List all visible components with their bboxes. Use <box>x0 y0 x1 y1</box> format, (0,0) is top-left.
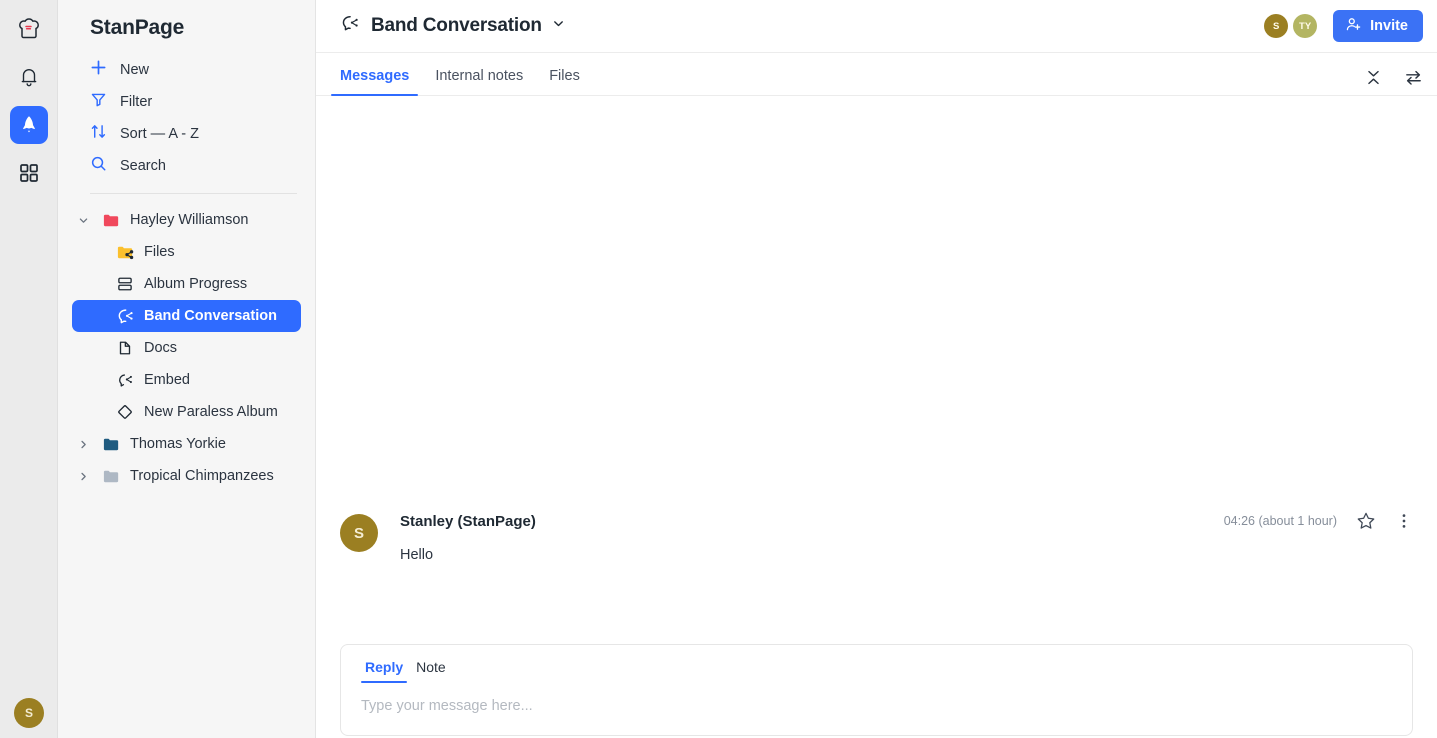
sidebar-divider <box>90 193 297 194</box>
tabbar-actions <box>1365 68 1423 95</box>
composer-tabs: Reply Note <box>361 659 1392 683</box>
sidebar-action-sort-label: Sort — A - Z <box>120 126 199 142</box>
sidebar-action-new-label: New <box>120 62 150 78</box>
folder-icon <box>101 435 121 454</box>
message-input[interactable] <box>361 698 1392 714</box>
page-title: Band Conversation <box>371 15 542 36</box>
avatar-initials: S <box>1272 20 1280 32</box>
sidebar-item-thomas-yorkie[interactable]: Thomas Yorkie <box>72 428 301 460</box>
sidebar-actions: New Filter Sort — A - Z Search <box>72 50 301 182</box>
avatar-initials: TY <box>1299 20 1312 32</box>
chevron-down-icon[interactable] <box>552 17 565 35</box>
main-panel: Band Conversation S TY Invite Messages I… <box>316 0 1437 738</box>
sidebar-item-label: Thomas Yorkie <box>130 436 226 452</box>
sidebar-item-label: Docs <box>144 340 178 356</box>
transfer-icon[interactable] <box>1404 68 1423 87</box>
conversation-topbar: Band Conversation S TY Invite <box>316 0 1437 53</box>
conversation-icon <box>115 307 135 326</box>
reply-composer[interactable]: Reply Note <box>340 644 1413 736</box>
diamond-icon <box>115 403 135 421</box>
board-icon <box>115 275 135 293</box>
doc-icon <box>115 339 135 357</box>
tab-label: Files <box>549 68 580 84</box>
avatar[interactable]: S <box>340 514 378 552</box>
tab-files[interactable]: Files <box>540 68 589 95</box>
rail-user-avatar[interactable]: S <box>14 698 44 728</box>
grid-apps-icon[interactable] <box>10 154 48 192</box>
rocket-icon[interactable] <box>9 106 48 144</box>
filter-icon <box>90 91 107 113</box>
sidebar-action-search-label: Search <box>120 158 166 174</box>
participant-avatars: S TY <box>1264 14 1318 38</box>
sidebar-item-files[interactable]: Files <box>72 236 301 268</box>
sidebar-item-label: New Paraless Album <box>144 404 278 420</box>
invite-button-label: Invite <box>1370 18 1408 34</box>
sidebar-item-label: Band Conversation <box>144 308 277 324</box>
sidebar-action-search[interactable]: Search <box>72 150 301 182</box>
search-icon <box>90 155 107 177</box>
avatar-initials: S <box>353 524 364 542</box>
tab-label: Messages <box>340 68 410 84</box>
chevron-right-icon[interactable] <box>74 471 92 482</box>
sidebar-action-filter-label: Filter <box>120 94 153 110</box>
sidebar-action-new[interactable]: New <box>72 54 301 86</box>
sidebar-item-band-conversation[interactable]: Band Conversation <box>72 300 301 332</box>
sidebar-item-new-paraless-album[interactable]: New Paraless Album <box>72 396 301 428</box>
left-rail: S <box>0 0 58 738</box>
sidebar-action-sort[interactable]: Sort — A - Z <box>72 118 301 150</box>
sidebar-item-label: Tropical Chimpanzees <box>130 468 274 484</box>
rail-avatar-initials: S <box>24 706 33 720</box>
sidebar-item-embed[interactable]: Embed <box>72 364 301 396</box>
tab-label: Internal notes <box>435 68 524 84</box>
chef-hat-logo-icon[interactable] <box>10 10 48 48</box>
person-plus-icon <box>1345 16 1362 37</box>
sidebar-item-docs[interactable]: Docs <box>72 332 301 364</box>
bell-icon[interactable] <box>10 58 48 96</box>
sidebar-item-album-progress[interactable]: Album Progress <box>72 268 301 300</box>
message-thread[interactable]: S Stanley (StanPage) 04:26 (about 1 hour… <box>316 96 1437 738</box>
chevron-right-icon[interactable] <box>74 439 92 450</box>
composer-tab-label: Reply <box>365 659 404 675</box>
plus-icon <box>90 59 107 81</box>
shared-folder-icon <box>115 243 135 262</box>
app-brand-title: StanPage <box>90 16 185 39</box>
sidebar-tree: Hayley Williamson Files Album Progress B… <box>72 202 301 492</box>
message-text: Hello <box>400 547 434 563</box>
avatar[interactable]: TY <box>1293 14 1318 38</box>
app-root: S StanPage New Filter Sort — A - Z Searc… <box>0 0 1437 738</box>
message-meta: 04:26 (about 1 hour) <box>1224 511 1413 531</box>
star-icon[interactable] <box>1356 511 1376 531</box>
composer-tab-note[interactable]: Note <box>412 659 450 683</box>
sidebar-item-hayley-williamson[interactable]: Hayley Williamson <box>72 204 301 236</box>
composer-tab-reply[interactable]: Reply <box>361 659 408 683</box>
message-header: Stanley (StanPage) 04:26 (about 1 hour) <box>400 511 1413 531</box>
message-item: S Stanley (StanPage) 04:26 (about 1 hour… <box>340 511 1413 563</box>
collapse-vertical-icon[interactable] <box>1365 69 1382 86</box>
conversation-icon <box>340 13 361 39</box>
composer-tab-label: Note <box>416 659 446 675</box>
tab-internal-notes[interactable]: Internal notes <box>426 68 532 95</box>
sidebar-action-filter[interactable]: Filter <box>72 86 301 118</box>
more-vertical-icon[interactable] <box>1395 512 1413 530</box>
folder-icon <box>101 211 121 230</box>
message-author: Stanley (StanPage) <box>400 512 536 530</box>
conversation-tabbar: Messages Internal notes Files <box>316 53 1437 96</box>
invite-button[interactable]: Invite <box>1333 10 1423 42</box>
message-body: Stanley (StanPage) 04:26 (about 1 hour) … <box>400 511 1413 563</box>
message-timestamp: 04:26 (about 1 hour) <box>1223 514 1337 528</box>
chevron-down-icon[interactable] <box>74 215 92 226</box>
sidebar-item-label: Album Progress <box>144 276 248 292</box>
sidebar-item-label: Files <box>144 244 175 260</box>
sort-icon <box>90 123 107 145</box>
embed-icon <box>115 371 135 390</box>
sidebar-item-tropical-chimpanzees[interactable]: Tropical Chimpanzees <box>72 460 301 492</box>
avatar[interactable]: S <box>1264 14 1289 38</box>
sidebar-item-label: Hayley Williamson <box>130 212 249 228</box>
folder-icon <box>101 467 121 486</box>
sidebar-item-label: Embed <box>144 372 190 388</box>
conversation-title-button[interactable]: Band Conversation <box>340 13 565 39</box>
sidebar: StanPage New Filter Sort — A - Z Search … <box>58 0 316 738</box>
tab-messages[interactable]: Messages <box>331 68 419 96</box>
